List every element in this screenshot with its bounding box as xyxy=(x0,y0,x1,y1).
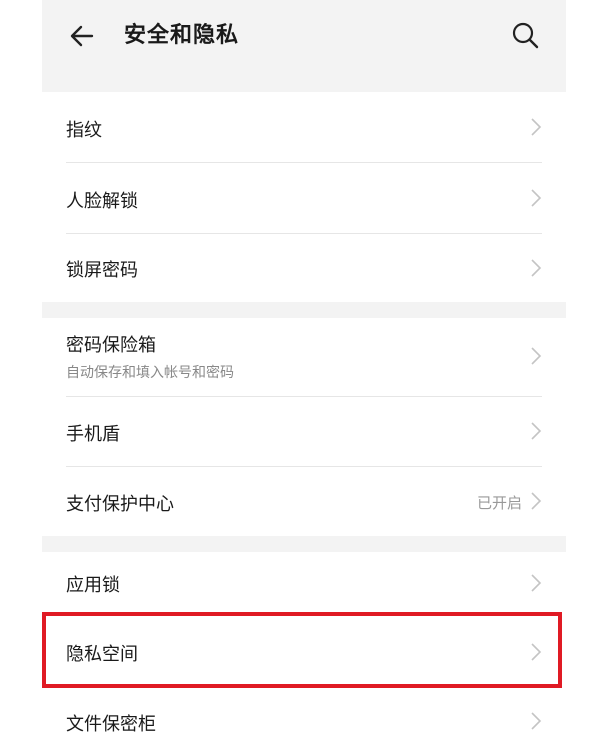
settings-screen: 安全和隐私 指纹 人脸解锁 锁屏密码 密码保险箱 自动保存和填入帐号和密码 手机… xyxy=(42,0,566,752)
settings-item-face-unlock[interactable]: 人脸解锁 xyxy=(42,163,566,233)
settings-item-app-lock[interactable]: 应用锁 xyxy=(42,552,566,616)
settings-item-file-safe[interactable]: 文件保密柜 xyxy=(42,690,566,752)
status-text: 已开启 xyxy=(476,494,522,512)
section-gap xyxy=(42,76,566,92)
item-label: 人脸解锁 xyxy=(66,191,138,212)
settings-item-payment-protection[interactable]: 支付保护中心 已开启 xyxy=(42,467,566,536)
item-sublabel: 自动保存和填入帐号和密码 xyxy=(66,365,234,381)
item-label: 密码保险箱 xyxy=(66,335,156,356)
chevron-right-icon xyxy=(531,643,542,661)
item-label: 指纹 xyxy=(66,120,102,141)
item-label: 锁屏密码 xyxy=(66,260,138,281)
item-label: 应用锁 xyxy=(66,575,120,596)
settings-item-fingerprint[interactable]: 指纹 xyxy=(42,92,566,162)
search-icon[interactable] xyxy=(510,20,540,50)
settings-item-password-vault[interactable]: 密码保险箱 自动保存和填入帐号和密码 xyxy=(42,318,566,396)
header-bar: 安全和隐私 xyxy=(42,0,566,76)
chevron-right-icon xyxy=(531,492,542,510)
section-gap xyxy=(42,536,566,552)
chevron-right-icon xyxy=(531,422,542,440)
arrow-left-icon[interactable] xyxy=(66,20,98,52)
chevron-right-icon xyxy=(531,347,542,365)
chevron-right-icon xyxy=(531,712,542,730)
settings-item-private-space[interactable]: 隐私空间 xyxy=(42,616,566,686)
item-label: 文件保密柜 xyxy=(66,714,156,735)
chevron-right-icon xyxy=(531,189,542,207)
chevron-right-icon xyxy=(531,118,542,136)
item-label: 手机盾 xyxy=(66,424,120,445)
section-gap xyxy=(42,302,566,318)
settings-item-phone-shield[interactable]: 手机盾 xyxy=(42,397,566,466)
item-label: 隐私空间 xyxy=(66,644,138,665)
chevron-right-icon xyxy=(531,259,542,277)
settings-item-lock-screen-password[interactable]: 锁屏密码 xyxy=(42,234,566,302)
page-title: 安全和隐私 xyxy=(124,23,240,48)
item-label: 支付保护中心 xyxy=(66,494,174,515)
chevron-right-icon xyxy=(531,574,542,592)
